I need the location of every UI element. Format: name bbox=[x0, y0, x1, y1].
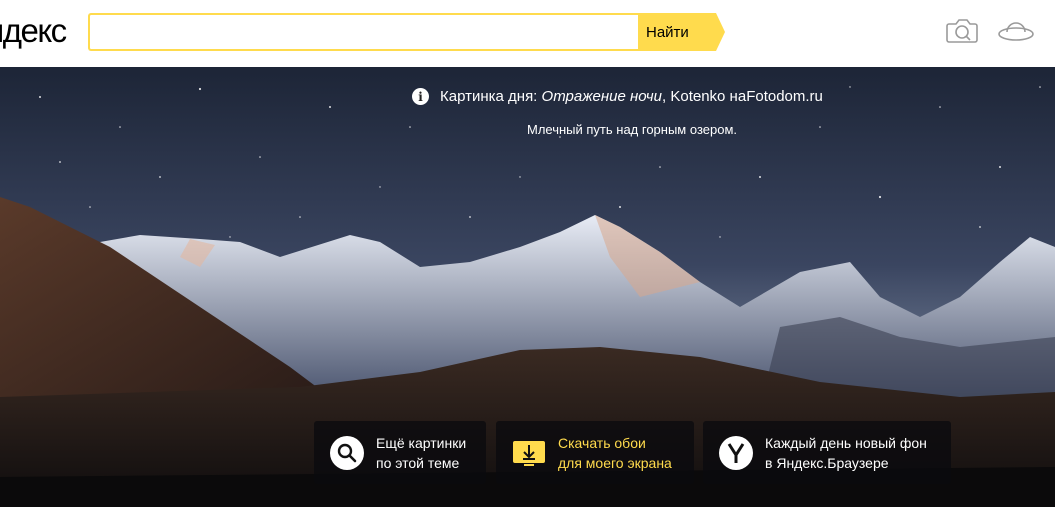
search-input[interactable] bbox=[88, 13, 640, 51]
more-pictures-button[interactable]: Ещё картинки по этой теме bbox=[314, 421, 486, 484]
card-line-1: Ещё картинки bbox=[376, 434, 467, 451]
info-icon[interactable]: i bbox=[412, 88, 429, 105]
header: ндекс Найти bbox=[0, 0, 1055, 67]
search-form: Найти bbox=[88, 13, 728, 51]
download-wallpaper-button[interactable]: Скачать обои для моего экрана bbox=[496, 421, 694, 484]
ufo-icon[interactable] bbox=[996, 16, 1036, 46]
caption-title[interactable]: Отражение ночи bbox=[542, 88, 662, 105]
yandex-browser-promo-label: Каждый день новый фон в Яндекс.Браузере bbox=[765, 433, 927, 473]
yandex-logo[interactable]: ндекс bbox=[0, 13, 67, 49]
yandex-browser-icon bbox=[719, 435, 753, 470]
search-button[interactable]: Найти bbox=[638, 13, 716, 51]
card-line-1: Каждый день новый фон bbox=[765, 434, 927, 451]
more-pictures-label: Ещё картинки по этой теме bbox=[376, 433, 466, 473]
search-icon bbox=[330, 435, 364, 470]
caption-author: , Kotenko на bbox=[662, 88, 747, 105]
search-button-arrow[interactable] bbox=[716, 13, 725, 51]
caption-prefix: Картинка дня: bbox=[440, 88, 538, 105]
download-wallpaper-label: Скачать обои для моего экрана bbox=[558, 433, 672, 473]
caption-source-link[interactable]: Fotodom.ru bbox=[746, 88, 823, 105]
card-line-2: для моего экрана bbox=[558, 454, 672, 471]
wallpaper-hero: i Картинка дня: Отражение ночи, Kotenko … bbox=[0, 67, 1055, 507]
camera-icon[interactable] bbox=[944, 16, 980, 46]
yandex-browser-promo-button[interactable]: Каждый день новый фон в Яндекс.Браузере bbox=[703, 421, 951, 484]
card-line-2: по этой теме bbox=[376, 454, 460, 471]
card-line-2: в Яндекс.Браузере bbox=[765, 454, 889, 471]
card-line-1: Скачать обои bbox=[558, 434, 646, 451]
picture-subcaption: Млечный путь над горным озером. bbox=[527, 122, 737, 137]
download-icon bbox=[513, 440, 545, 466]
picture-of-day-caption: i Картинка дня: Отражение ночи, Kotenko … bbox=[412, 88, 823, 105]
